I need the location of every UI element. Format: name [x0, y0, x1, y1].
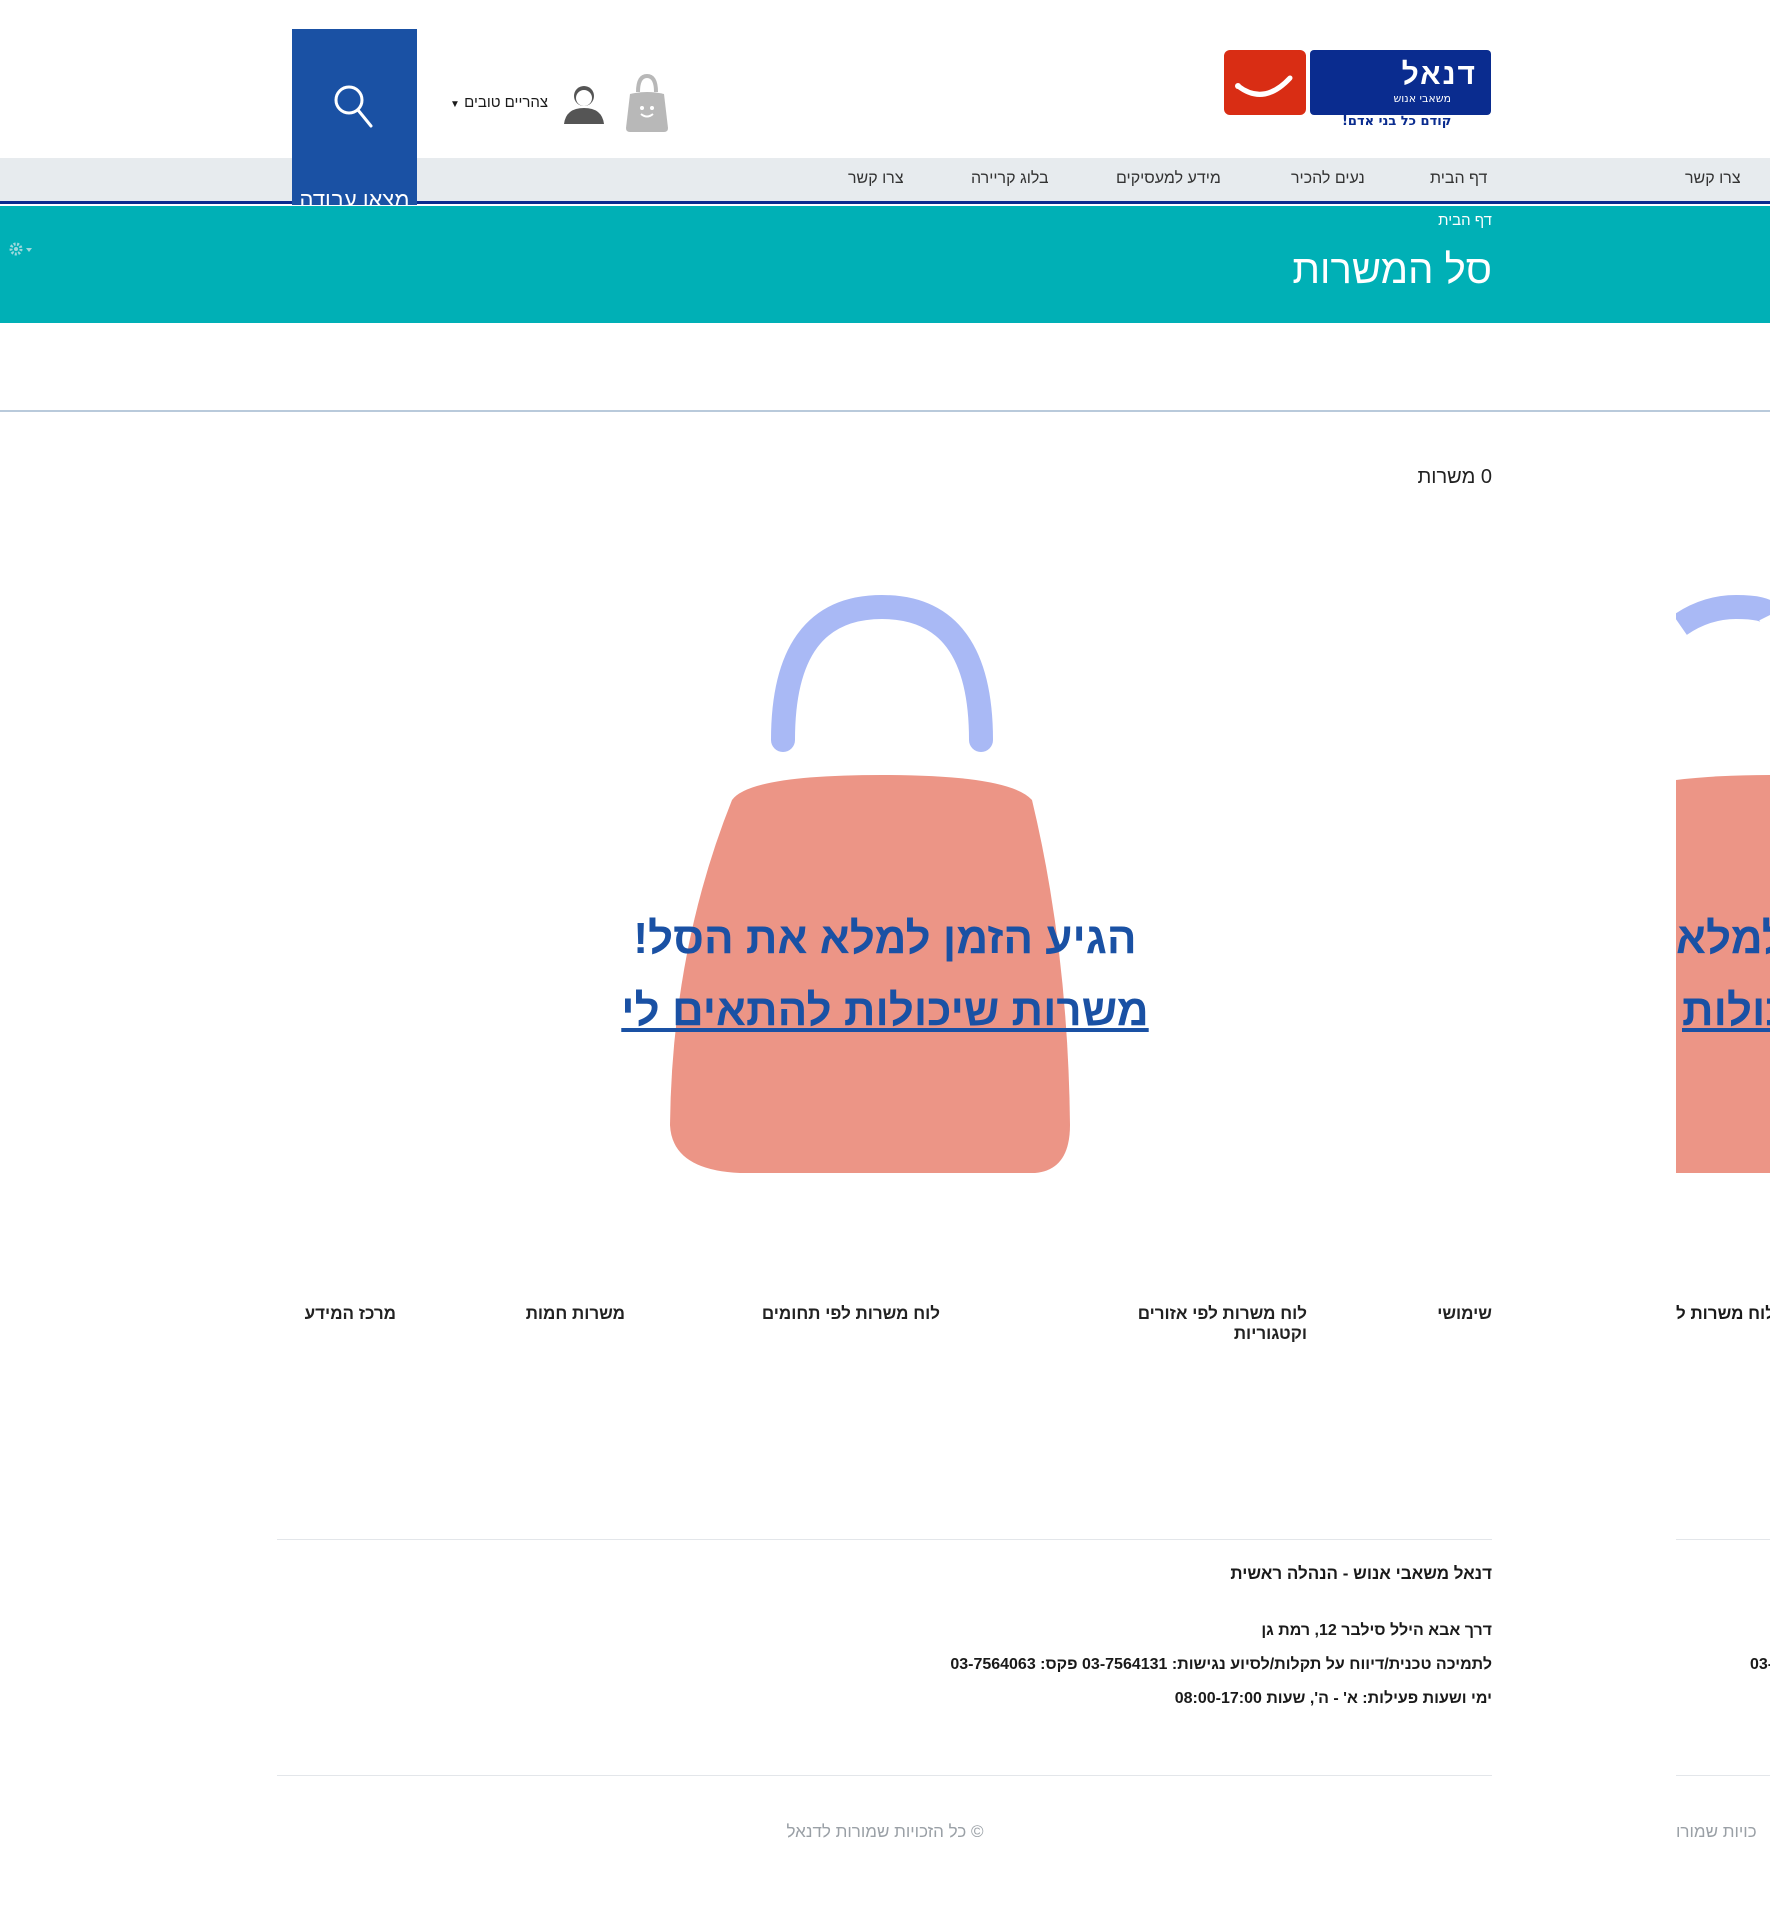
job-count: 0 משרות — [1417, 466, 1492, 488]
copyright: כויות שמורו — [1676, 1822, 1757, 1841]
user-avatar-icon[interactable] — [562, 82, 606, 124]
search-icon — [334, 85, 373, 128]
user-menu[interactable]: צהריים טובים ▼ — [448, 94, 548, 111]
find-job-button[interactable]: מצאו עבודה — [292, 29, 417, 212]
divider — [277, 1539, 1492, 1540]
breadcrumb[interactable]: דף הבית — [1320, 212, 1492, 229]
greeting-text: צהריים טובים — [464, 94, 549, 111]
nav-item-home[interactable]: דף הבית — [1430, 170, 1487, 188]
footer-link-jobs-by-area[interactable]: לוח משרות לפי אזורים וקטגוריות — [1112, 1304, 1307, 1344]
footer-link-jobs-by-field[interactable]: לוח משרות לפי תחומים — [740, 1304, 940, 1324]
matching-jobs-link[interactable]: כולות — [1682, 986, 1770, 1036]
page-title: סל המשרות — [1292, 248, 1492, 292]
footer-link-useful[interactable]: שימושי — [1380, 1304, 1492, 1324]
company-name: דנאל משאבי אנוש - הנהלה ראשית — [1230, 1564, 1492, 1583]
empty-basket-illustration — [1676, 595, 1770, 1173]
overflow-duplicate: למלא כולות לוח משרות ל 03- כויות שמורו — [1676, 0, 1770, 1911]
logo-tagline: קודם כל בני אדם! — [1342, 114, 1452, 129]
nav-item-blog[interactable]: בלוג קריירה — [971, 170, 1049, 188]
opening-hours: ימי ושעות פעילות: א' - ה', שעות 08:00-17… — [1174, 1690, 1492, 1707]
empty-state-title: למלא — [1676, 914, 1770, 963]
shopping-bag-icon[interactable] — [624, 74, 670, 134]
smile-logo-icon — [1224, 50, 1306, 115]
divider — [0, 410, 1770, 412]
nav-item-about[interactable]: נעים להכיר — [1291, 170, 1365, 188]
logo-brand-text: דנאל — [1401, 58, 1477, 91]
matching-jobs-link[interactable]: משרות שיכולות להתאים לי — [560, 986, 1210, 1036]
support-phone: 03- — [1750, 1656, 1770, 1673]
gear-icon[interactable] — [8, 240, 36, 258]
empty-basket-illustration — [670, 595, 1070, 1173]
divider — [277, 1775, 1492, 1776]
nav-item-contact[interactable]: צרו קשר — [848, 170, 904, 188]
support-phone: לתמיכה טכנית/דיווח על תקלות/לסיוע נגישות… — [950, 1656, 1492, 1673]
copyright: © כל הזכויות שמורות לדנאל — [786, 1822, 984, 1841]
danel-logo[interactable]: דנאל משאבי אנוש — [1310, 50, 1491, 115]
footer-link-info-center[interactable]: מרכז המידע — [290, 1304, 396, 1324]
footer-link-hot-jobs[interactable]: משרות חמות — [505, 1304, 625, 1324]
footer-link-jobs-by-area[interactable]: לוח משרות ל — [1676, 1304, 1770, 1324]
company-address: דרך אבא הילל סילבר 12, רמת גן — [1261, 1622, 1492, 1639]
page-header-band — [0, 206, 1770, 323]
nav-item-employers[interactable]: מידע למעסיקים — [1116, 170, 1221, 188]
logo-sub-text: משאבי אנוש — [1393, 92, 1451, 105]
divider — [1676, 1775, 1770, 1776]
caret-down-icon: ▼ — [450, 99, 460, 110]
divider — [1676, 1539, 1770, 1540]
empty-state-title: הגיע הזמן למלא את הסל! — [633, 914, 1137, 963]
